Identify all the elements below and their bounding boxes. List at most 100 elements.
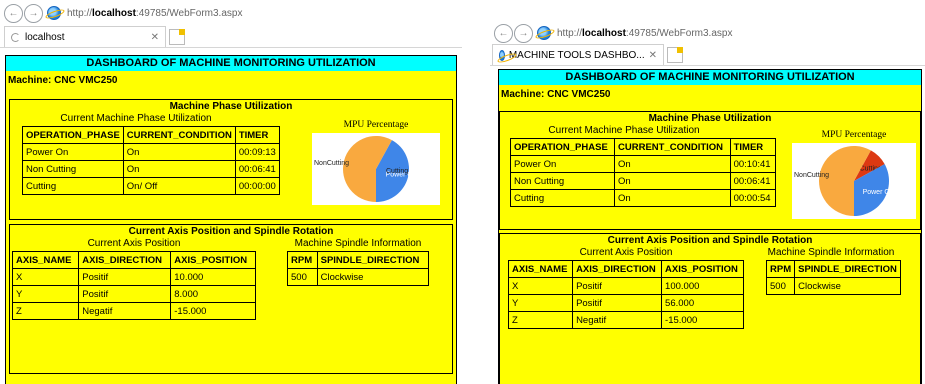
table-cell: Z [507, 311, 574, 329]
spindle-header: RPM [765, 260, 796, 278]
dashboard-page: DASHBOARD OF MACHINE MONITORING UTILIZAT… [5, 55, 457, 384]
spindle-caption: Machine Spindle Information [767, 247, 895, 258]
axis-section: Current Axis Position and Spindle Rotati… [499, 233, 921, 384]
table-cell: 100.000 [661, 277, 744, 295]
axis-header: AXIS_NAME [11, 251, 80, 269]
address-bar: ← → http://localhost:49785/WebForm3.aspx [490, 20, 925, 46]
table-row: X Positif 10.000 [11, 268, 256, 286]
axis-header: AXIS_DIRECTION [572, 260, 663, 278]
chart-title: MPU Percentage [821, 130, 887, 140]
table-cell: 00:00:00 [234, 177, 280, 195]
table-cell: Cutting [22, 177, 124, 195]
dashboard-title: DASHBOARD OF MACHINE MONITORING UTILIZAT… [6, 56, 456, 71]
table-row: Power On On 00:09:13 [22, 143, 280, 161]
ie-logo-icon [499, 49, 505, 61]
forward-arrow-icon[interactable]: → [514, 23, 533, 43]
table-row: 500 Clockwise [287, 268, 430, 286]
table-cell: Power On [22, 143, 124, 161]
tab-bar: localhost ✕ [0, 26, 462, 48]
table-row: Cutting On/ Off 00:00:00 [22, 177, 280, 195]
tab-label: localhost [25, 31, 65, 43]
forward-arrow-icon[interactable]: → [24, 3, 43, 23]
table-row: Non Cutting On 00:06:41 [22, 160, 280, 178]
table-cell: Non Cutting [510, 172, 615, 190]
phase-table: OPERATION_PHASE CURRENT_CONDITION TIMER … [22, 126, 280, 195]
table-cell: -15.000 [170, 302, 256, 320]
browser-window-left: ← → http://localhost:49785/WebForm3.aspx… [0, 0, 462, 384]
table-cell: 10.000 [170, 268, 256, 286]
close-icon[interactable]: ✕ [649, 50, 657, 61]
table-cell: On [122, 143, 236, 161]
new-tab-icon[interactable] [667, 47, 683, 63]
axis-section: Current Axis Position and Spindle Rotati… [9, 224, 453, 374]
phase-section: Machine Phase Utilization Current Machin… [499, 111, 921, 230]
dashboard-page: DASHBOARD OF MACHINE MONITORING UTILIZAT… [498, 69, 922, 384]
phase-header: TIMER [234, 126, 280, 144]
url-field[interactable]: http://localhost:49785/WebForm3.aspx [557, 28, 732, 39]
mpu-chart: MPU Percentage Cutting Power On NonCutting [792, 130, 916, 222]
table-cell: Positif [78, 268, 172, 286]
table-row: Non Cutting On 00:06:41 [510, 172, 777, 190]
spindle-header: SPINDLE_DIRECTION [794, 260, 901, 278]
spindle-table: RPM SPINDLE_DIRECTION 500 Clockwise [765, 260, 901, 295]
table-cell: Power On [510, 155, 615, 173]
table-cell: Positif [572, 294, 663, 312]
back-arrow-icon[interactable]: ← [4, 3, 23, 23]
table-cell: X [11, 268, 80, 286]
table-cell: On [614, 189, 731, 207]
browser-tab[interactable]: localhost ✕ [4, 26, 166, 47]
table-cell: Cutting [510, 189, 615, 207]
table-cell: -15.000 [661, 311, 744, 329]
axis-table-caption: Current Axis Position [87, 238, 181, 249]
axis-table-caption: Current Axis Position [579, 247, 673, 258]
ie-logo-icon [47, 6, 61, 20]
table-cell: X [507, 277, 574, 295]
axis-section-title: Current Axis Position and Spindle Rotati… [607, 235, 813, 246]
phase-section: Machine Phase Utilization Current Machin… [9, 99, 453, 220]
spindle-header: SPINDLE_DIRECTION [316, 251, 430, 269]
browser-window-right: ← → http://localhost:49785/WebForm3.aspx… [490, 0, 925, 384]
table-cell: 500 [765, 277, 796, 295]
axis-table: AXIS_NAME AXIS_DIRECTION AXIS_POSITION X… [11, 251, 256, 320]
phase-header: CURRENT_CONDITION [614, 138, 731, 156]
axis-header: AXIS_POSITION [170, 251, 256, 269]
browser-tab[interactable]: MACHINE TOOLS DASHBO... ✕ [492, 44, 664, 65]
table-cell: Clockwise [794, 277, 901, 295]
axis-header: AXIS_NAME [507, 260, 574, 278]
table-cell: 8.000 [170, 285, 256, 303]
table-cell: 56.000 [661, 294, 744, 312]
axis-header: AXIS_POSITION [661, 260, 744, 278]
back-arrow-icon[interactable]: ← [494, 23, 513, 43]
pie-label-noncutting: NonCutting [314, 160, 349, 167]
table-cell: 00:06:41 [234, 160, 280, 178]
axis-header: AXIS_DIRECTION [78, 251, 172, 269]
table-cell: 500 [287, 268, 318, 286]
table-row: Power On On 00:10:41 [510, 155, 777, 173]
pie-label-cutting: Cutting [386, 168, 408, 175]
table-cell: 00:09:13 [234, 143, 280, 161]
url-field[interactable]: http://localhost:49785/WebForm3.aspx [67, 8, 242, 19]
table-cell: Non Cutting [22, 160, 124, 178]
table-cell: Positif [78, 285, 172, 303]
phase-table-caption: Current Machine Phase Utilization [548, 125, 700, 136]
table-cell: Z [11, 302, 80, 320]
mpu-chart: MPU Percentage Power On NonCutting Cutting [312, 120, 440, 208]
table-cell: Negatif [572, 311, 663, 329]
axis-section-title: Current Axis Position and Spindle Rotati… [128, 226, 334, 237]
spindle-caption: Machine Spindle Information [294, 238, 422, 249]
table-row: Z Negatif -15.000 [507, 311, 744, 329]
table-cell: 00:10:41 [729, 155, 777, 173]
phase-section-title: Machine Phase Utilization [648, 113, 772, 124]
close-icon[interactable]: ✕ [151, 32, 159, 43]
new-tab-icon[interactable] [169, 29, 185, 45]
phase-header: OPERATION_PHASE [22, 126, 124, 144]
phase-section-title: Machine Phase Utilization [169, 101, 293, 112]
axis-table: AXIS_NAME AXIS_DIRECTION AXIS_POSITION X… [507, 260, 744, 329]
spindle-header: RPM [287, 251, 318, 269]
spindle-table: RPM SPINDLE_DIRECTION 500 Clockwise [287, 251, 430, 286]
phase-table: OPERATION_PHASE CURRENT_CONDITION TIMER … [510, 138, 777, 207]
table-cell: 00:06:41 [729, 172, 777, 190]
loading-icon [11, 32, 20, 42]
table-row: Cutting On 00:00:54 [510, 189, 777, 207]
phase-header: CURRENT_CONDITION [122, 126, 236, 144]
